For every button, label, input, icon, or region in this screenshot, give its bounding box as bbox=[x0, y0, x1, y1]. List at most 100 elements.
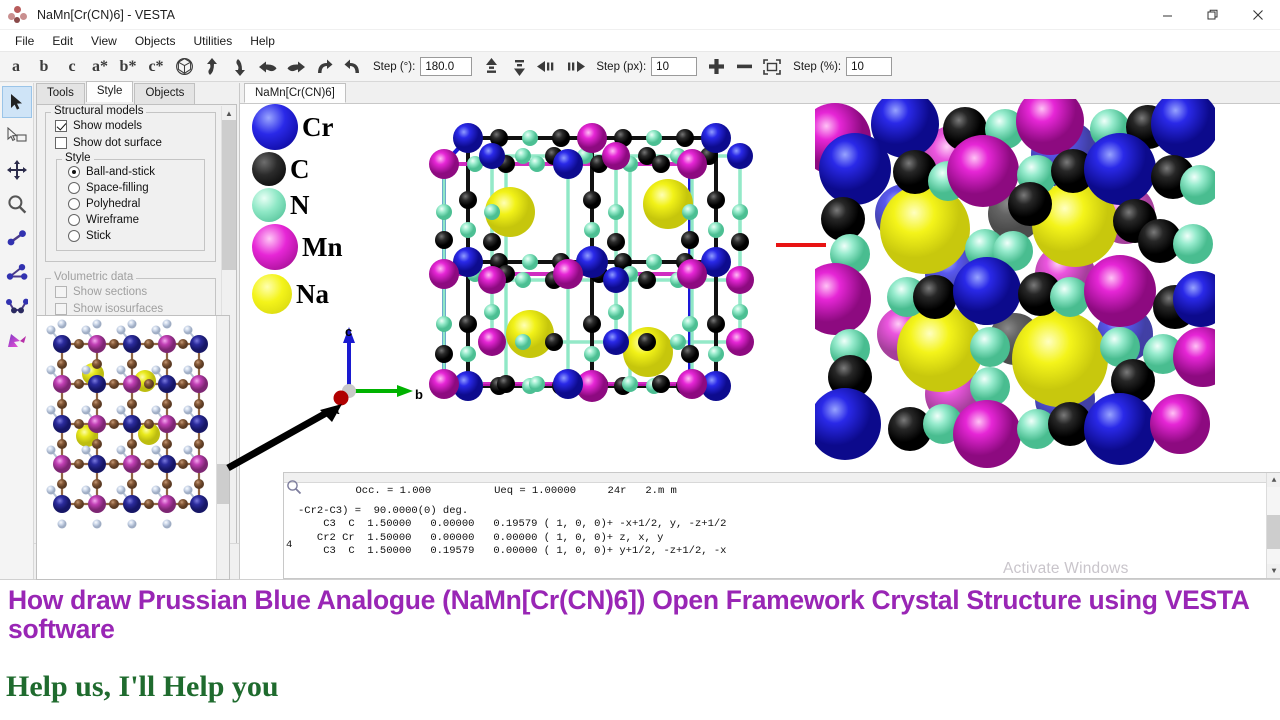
ball-and-stick-structure-model[interactable] bbox=[400, 104, 780, 464]
four-atom-torsion-tool[interactable] bbox=[2, 290, 32, 322]
maximize-restore-button[interactable] bbox=[1190, 0, 1235, 30]
menu-objects[interactable]: Objects bbox=[126, 32, 185, 50]
left-tool-strip bbox=[0, 83, 34, 579]
volumetric-data-legend: Volumetric data bbox=[51, 271, 137, 283]
zoom-in-plus-icon[interactable] bbox=[702, 54, 730, 80]
legend-item-c: C bbox=[252, 152, 343, 186]
rotate-right-icon[interactable] bbox=[282, 54, 310, 80]
legend-label-mn: Mn bbox=[302, 231, 343, 262]
view-along-c-button[interactable]: c bbox=[58, 54, 86, 80]
text-scroll-thumb[interactable] bbox=[1267, 515, 1280, 549]
title-bar: NaMn[Cr(CN)6] - VESTA bbox=[0, 0, 1280, 30]
legend-label-c: C bbox=[290, 153, 310, 184]
space-filling-radio[interactable] bbox=[68, 182, 80, 194]
stick-radio[interactable] bbox=[68, 230, 80, 242]
space-filling-label: Space-filling bbox=[86, 182, 149, 194]
mn-sphere-icon bbox=[252, 224, 298, 270]
text-scroll-up-arrow-icon[interactable]: ▲ bbox=[1267, 473, 1280, 487]
menu-utilities[interactable]: Utilities bbox=[185, 32, 242, 50]
radio-polyhedral[interactable]: Polyhedral bbox=[68, 198, 198, 210]
view-along-a-star-button[interactable]: a* bbox=[86, 54, 114, 80]
window-title: NaMn[Cr(CN)6] - VESTA bbox=[37, 7, 175, 22]
tab-style[interactable]: Style bbox=[85, 81, 134, 102]
view-along-b-button[interactable]: b bbox=[30, 54, 58, 80]
magnifier-tool[interactable] bbox=[2, 188, 32, 220]
show-models-checkbox[interactable] bbox=[55, 120, 67, 132]
show-dot-surface-label: Show dot surface bbox=[73, 137, 162, 149]
ball-and-stick-radio[interactable] bbox=[68, 166, 80, 178]
text-line-5: Cr2 Cr 1.50000 0.00000 0.00000 ( 1, 0, 0… bbox=[298, 531, 664, 544]
text-pane-divider bbox=[284, 473, 1280, 483]
structure-text-output-pane[interactable]: Occ. = 1.000 Ueq = 1.00000 24r 2.m m -Cr… bbox=[283, 472, 1280, 579]
translate-up-icon[interactable] bbox=[477, 54, 505, 80]
move-cross-tool[interactable] bbox=[2, 154, 32, 186]
select-arrow-tool[interactable] bbox=[1, 86, 32, 118]
show-models-label: Show models bbox=[73, 120, 143, 132]
view-along-b-star-button[interactable]: b* bbox=[114, 54, 142, 80]
c-sphere-icon bbox=[252, 152, 286, 186]
radio-stick[interactable]: Stick bbox=[68, 230, 198, 242]
style-group-legend: Style bbox=[62, 152, 94, 164]
zoom-out-minus-icon[interactable] bbox=[730, 54, 758, 80]
polyhedral-label: Polyhedral bbox=[86, 198, 141, 210]
space-filling-structure-model[interactable] bbox=[799, 87, 1233, 469]
checkbox-show-models[interactable]: Show models bbox=[55, 120, 209, 132]
close-button[interactable] bbox=[1235, 0, 1280, 30]
rotate-left-icon[interactable] bbox=[254, 54, 282, 80]
text-pane-scrollbar[interactable]: ▲ ▼ bbox=[1266, 473, 1280, 578]
legend-label-n: N bbox=[290, 189, 310, 220]
radio-wireframe[interactable]: Wireframe bbox=[68, 214, 198, 226]
view-along-a-button[interactable]: a bbox=[2, 54, 30, 80]
polyhedron-icon[interactable] bbox=[170, 54, 198, 80]
three-atom-angle-tool[interactable] bbox=[2, 256, 32, 288]
window-controls bbox=[1145, 0, 1280, 30]
scroll-up-arrow-icon[interactable]: ▲ bbox=[222, 106, 236, 120]
rotate-up-icon[interactable] bbox=[198, 54, 226, 80]
tab-objects[interactable]: Objects bbox=[134, 83, 196, 104]
row-number-gutter: 4 bbox=[286, 539, 293, 551]
minimize-button[interactable] bbox=[1145, 0, 1190, 30]
rotate-clockwise-icon[interactable] bbox=[338, 54, 366, 80]
menu-view[interactable]: View bbox=[82, 32, 126, 50]
panel-scroll-thumb[interactable] bbox=[222, 120, 236, 270]
tab-tools[interactable]: Tools bbox=[36, 83, 85, 104]
menu-file[interactable]: File bbox=[6, 32, 43, 50]
translate-right-icon[interactable] bbox=[561, 54, 589, 80]
svg-text:c: c bbox=[345, 324, 352, 339]
show-dot-surface-checkbox[interactable] bbox=[55, 137, 67, 149]
vesta-icon bbox=[7, 4, 29, 26]
polyhedral-radio[interactable] bbox=[68, 198, 80, 210]
panel-tab-strip: Tools Style Objects bbox=[34, 81, 239, 104]
video-overlay-banner: How draw Prussian Blue Analogue (NaMn[Cr… bbox=[0, 580, 1280, 720]
translate-left-icon[interactable] bbox=[533, 54, 561, 80]
inset-structure-window[interactable] bbox=[36, 315, 230, 580]
step-pixels-label: Step (px): bbox=[596, 60, 647, 73]
structural-models-legend: Structural models bbox=[51, 105, 147, 117]
rotate-down-icon[interactable] bbox=[226, 54, 254, 80]
radio-space-filling[interactable]: Space-filling bbox=[68, 182, 198, 194]
translate-down-icon[interactable] bbox=[505, 54, 533, 80]
step-percent-input[interactable] bbox=[846, 57, 893, 76]
checkbox-show-dot-surface[interactable]: Show dot surface bbox=[55, 137, 209, 149]
view-along-c-star-button[interactable]: c* bbox=[142, 54, 170, 80]
paint-arrow-tool[interactable] bbox=[2, 324, 32, 356]
rectangle-select-tool[interactable] bbox=[2, 120, 32, 152]
two-atom-bond-tool[interactable] bbox=[2, 222, 32, 254]
fit-to-screen-icon[interactable] bbox=[758, 54, 786, 80]
rotate-counterclockwise-icon[interactable] bbox=[310, 54, 338, 80]
menu-bar: File Edit View Objects Utilities Help bbox=[0, 30, 1280, 52]
show-isosurfaces-label: Show isosurfaces bbox=[73, 303, 164, 315]
document-tab-namncrcn6[interactable]: NaMn[Cr(CN)6] bbox=[244, 83, 346, 103]
menu-edit[interactable]: Edit bbox=[43, 32, 82, 50]
menu-help[interactable]: Help bbox=[241, 32, 284, 50]
text-scroll-down-arrow-icon[interactable]: ▼ bbox=[1267, 564, 1280, 578]
ball-and-stick-label: Ball-and-stick bbox=[86, 166, 156, 178]
step-pixels-input[interactable] bbox=[651, 57, 698, 76]
step-degrees-input[interactable] bbox=[420, 57, 473, 76]
stick-label: Stick bbox=[86, 230, 111, 242]
wireframe-radio[interactable] bbox=[68, 214, 80, 226]
radio-ball-and-stick[interactable]: Ball-and-stick bbox=[68, 166, 198, 178]
step-percent-label: Step (%): bbox=[793, 60, 842, 73]
legend-item-n: N bbox=[252, 188, 343, 222]
n-sphere-icon bbox=[252, 188, 286, 222]
